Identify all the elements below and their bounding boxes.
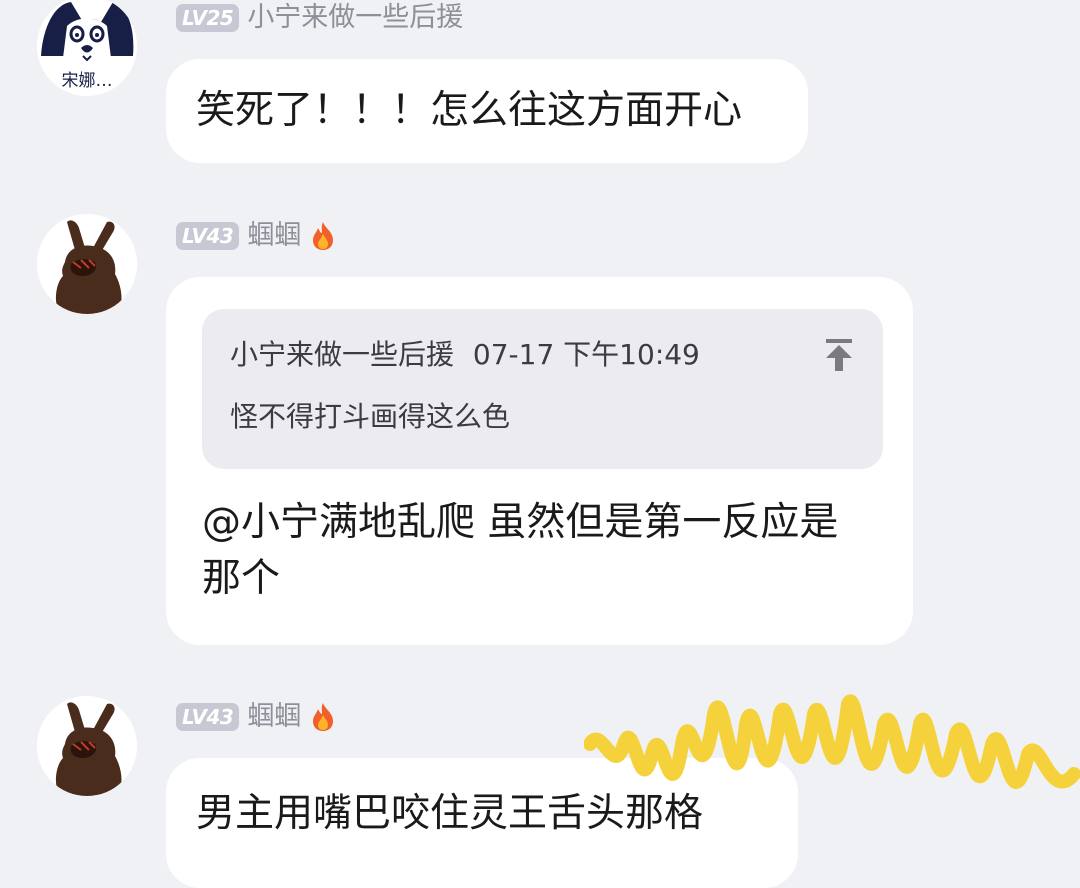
avatar[interactable] (37, 214, 137, 314)
level-badge: LV25 (176, 4, 240, 32)
sender-name[interactable]: 小宁来做一些后援 (247, 0, 463, 36)
quote-header: 小宁来做一些后援 07-17 下午10:49 (230, 335, 855, 375)
level-badge: LV43 (176, 703, 240, 731)
brown-rabbit-icon (37, 214, 137, 314)
sender-meta: LV43 蝈蝈 (176, 218, 337, 254)
quoted-message[interactable]: 小宁来做一些后援 07-17 下午10:49 怪不得打斗画得这么色 (202, 309, 883, 469)
flame-icon (313, 222, 334, 250)
yellow-scribble-overlay (584, 694, 1080, 789)
quote-author: 小宁来做一些后援 (230, 338, 455, 371)
flame-icon (313, 703, 334, 731)
sender-name[interactable]: 蝈蝈 (247, 218, 301, 254)
level-badge: LV43 (176, 222, 240, 250)
sender-name[interactable]: 蝈蝈 (247, 699, 301, 735)
message-text: 笑死了！！！怎么往这方面开心 (196, 88, 743, 133)
message-bubble[interactable]: 笑死了！！！怎么往这方面开心 (166, 59, 808, 163)
avatar[interactable]: 宋娜… (37, 0, 137, 96)
avatar-caption: 宋娜… (61, 71, 113, 91)
avatar[interactable] (37, 696, 137, 796)
arrow-to-top-icon[interactable] (823, 337, 855, 373)
brown-rabbit-icon (37, 696, 137, 796)
message-text: @小宁满地乱爬 虽然但是第一反应是那个 (202, 500, 839, 601)
sender-meta: LV43 蝈蝈 (176, 699, 337, 735)
quote-text: 怪不得打斗画得这么色 (230, 400, 511, 433)
quote-time: 07-17 下午10:49 (472, 338, 700, 371)
sender-meta: LV25 小宁来做一些后援 (176, 0, 463, 36)
message-bubble[interactable]: 小宁来做一些后援 07-17 下午10:49 怪不得打斗画得这么色 @小宁满地乱… (166, 277, 913, 645)
